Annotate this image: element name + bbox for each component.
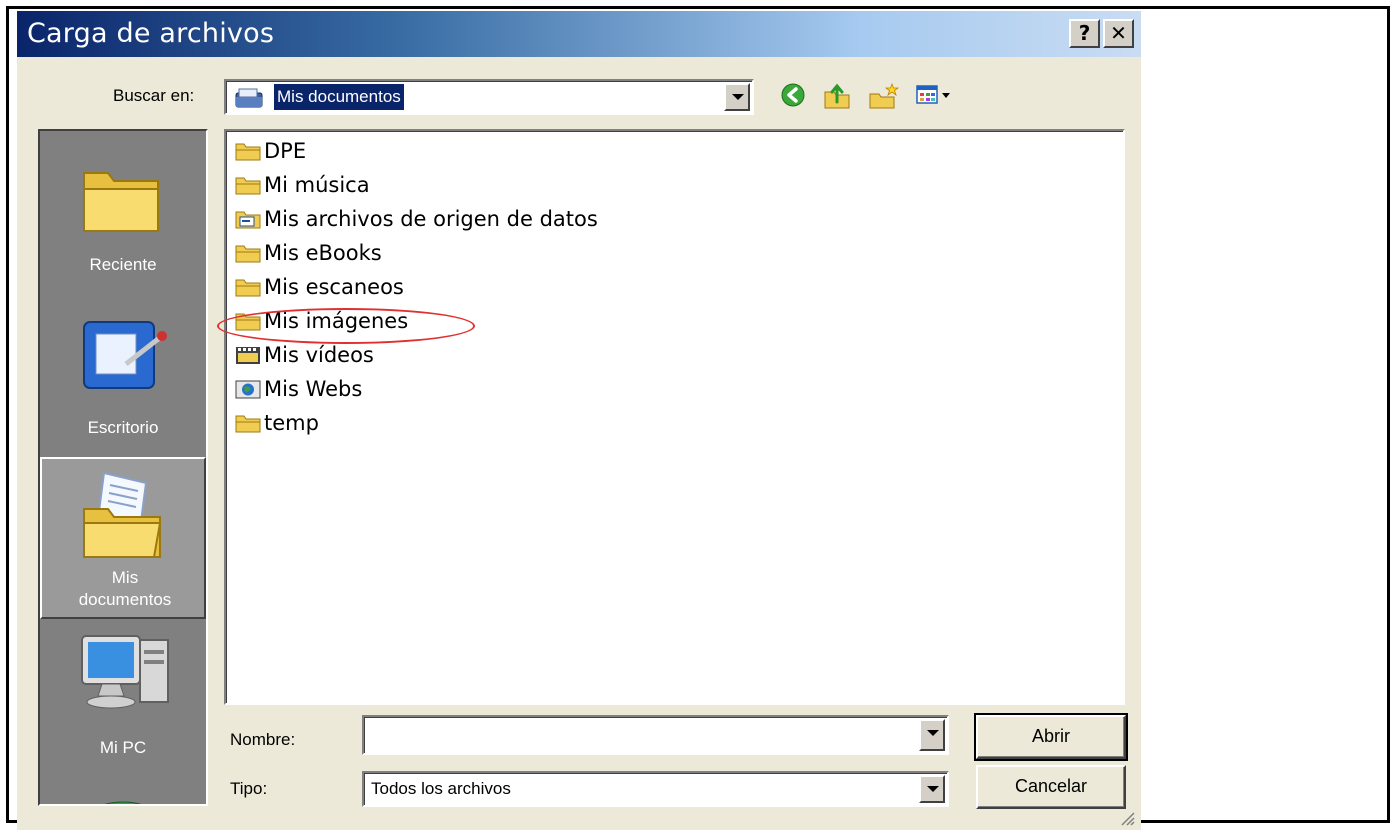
place-label-line: Mis documentos xyxy=(78,568,172,609)
lookin-label: Buscar en: xyxy=(113,86,195,105)
folder-icon xyxy=(235,279,261,297)
dialog-title: Carga de archivos xyxy=(27,18,275,49)
folder-icon xyxy=(235,177,261,195)
file-name: Mis vídeos xyxy=(264,343,374,367)
title-bar[interactable]: Carga de archivos ? ✕ xyxy=(17,11,1141,57)
name-label: Nombre: xyxy=(230,730,296,749)
file-name: Mis Webs xyxy=(264,377,363,401)
folder-icon xyxy=(235,245,261,263)
place-label: Mi PC xyxy=(99,738,147,757)
file-name: Mi música xyxy=(264,173,370,197)
data-source-folder-icon xyxy=(235,211,261,229)
folder-icon xyxy=(235,415,261,433)
help-button[interactable]: ? xyxy=(1069,19,1100,48)
folder-icon xyxy=(235,143,261,161)
view-menu-icon[interactable] xyxy=(915,83,955,107)
network-places-icon xyxy=(104,801,142,804)
lookin-value: Mis documentos xyxy=(273,83,405,111)
name-dropdown-arrow[interactable] xyxy=(919,719,945,751)
desktop-icon xyxy=(83,321,167,389)
web-folder-icon xyxy=(235,380,261,399)
my-computer-icon xyxy=(81,635,169,709)
place-label: Escritorio xyxy=(87,418,159,437)
back-icon[interactable] xyxy=(780,82,806,108)
file-name: DPE xyxy=(264,139,307,163)
type-dropdown-arrow[interactable] xyxy=(919,775,945,803)
name-field[interactable] xyxy=(362,715,949,755)
place-network[interactable] xyxy=(40,782,206,804)
type-label: Tipo: xyxy=(230,779,268,798)
file-name: temp xyxy=(264,411,319,435)
place-label: Mis documentos xyxy=(42,567,206,611)
file-upload-dialog: Carga de archivos ? ✕ Buscar en: Mis doc… xyxy=(17,11,1141,830)
my-documents-icon xyxy=(235,88,263,108)
up-folder-icon[interactable] xyxy=(822,82,852,110)
my-documents-icon xyxy=(83,471,162,558)
place-my-documents[interactable]: Mis documentos xyxy=(40,457,206,619)
close-button[interactable]: ✕ xyxy=(1103,19,1134,48)
place-label: Reciente xyxy=(89,255,157,274)
file-name: Mis eBooks xyxy=(264,241,382,265)
file-name: Mis archivos de origen de datos xyxy=(264,207,598,231)
lookin-dropdown-arrow[interactable] xyxy=(724,83,750,111)
place-desktop[interactable]: Escritorio xyxy=(40,294,206,454)
cancel-button[interactable]: Cancelar xyxy=(976,765,1126,809)
open-button[interactable]: Abrir xyxy=(974,713,1128,761)
place-recent[interactable]: Reciente xyxy=(40,131,206,291)
name-input[interactable] xyxy=(368,721,912,749)
file-name: Mis escaneos xyxy=(264,275,404,299)
resize-grip-icon[interactable] xyxy=(1119,810,1135,826)
video-folder-icon xyxy=(236,347,260,364)
file-list[interactable]: DPE Mi música Mis archivos de origen de … xyxy=(224,129,1125,705)
recent-folder-icon xyxy=(83,172,159,232)
highlight-annotation xyxy=(217,308,475,344)
places-bar: Reciente Escritorio Mis documentos Mi PC xyxy=(38,129,208,806)
place-my-computer[interactable]: Mi PC xyxy=(40,622,206,782)
new-folder-icon[interactable] xyxy=(868,82,900,110)
type-value: Todos los archivos xyxy=(371,779,511,798)
lookin-combo[interactable]: Mis documentos xyxy=(224,79,754,115)
type-select[interactable]: Todos los archivos xyxy=(362,771,949,807)
